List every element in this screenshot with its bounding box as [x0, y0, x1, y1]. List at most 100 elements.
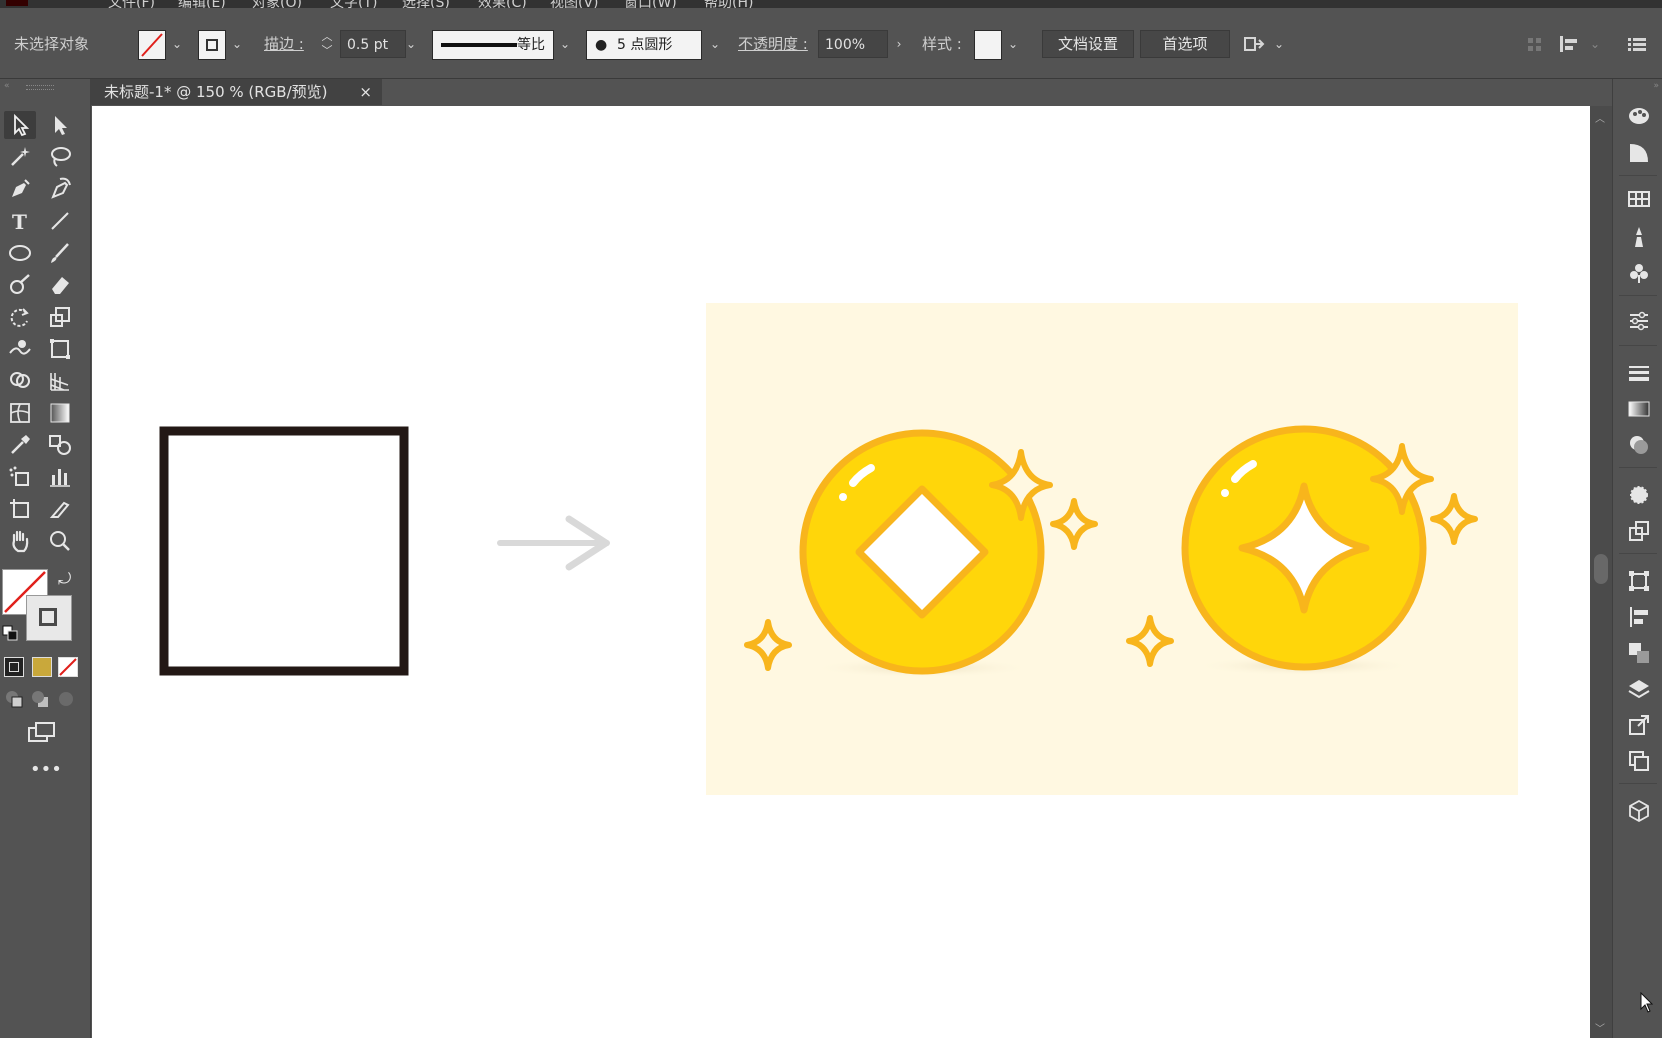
align-panel-icon[interactable] — [1558, 30, 1582, 58]
color-panel-icon[interactable] — [1627, 103, 1651, 127]
stroke-label[interactable]: 描边 : — [264, 30, 304, 58]
menu-effect[interactable]: 效果(C) — [478, 0, 527, 8]
menu-select[interactable]: 选择(S) — [402, 0, 450, 8]
pen-tool-icon[interactable] — [4, 175, 36, 203]
slice-tool-icon[interactable] — [44, 495, 76, 523]
lasso-tool-icon[interactable] — [44, 143, 76, 171]
artboard-tool-icon[interactable] — [4, 495, 36, 523]
menu-edit[interactable]: 编辑(E) — [178, 0, 226, 8]
align-panel-icon[interactable] — [1627, 605, 1651, 629]
chevron-down-icon[interactable]: ⌄ — [1586, 30, 1604, 58]
canvas[interactable] — [92, 106, 1590, 1038]
menu-file[interactable]: 文件(F) — [108, 0, 155, 8]
gradient-panel-icon[interactable] — [1627, 397, 1651, 421]
column-graph-tool-icon[interactable] — [44, 463, 76, 491]
menu-window[interactable]: 窗口(W) — [624, 0, 677, 8]
collapse-icon[interactable]: « — [4, 81, 10, 91]
expand-panels-icon[interactable]: » — [1653, 81, 1659, 91]
screen-mode-icon[interactable] — [26, 719, 58, 745]
stroke-weight-input[interactable]: 0.5 pt — [340, 30, 406, 58]
scroll-up-icon[interactable]: ︿ — [1595, 110, 1605, 125]
stroke-color-icon[interactable] — [26, 595, 72, 641]
hand-tool-icon[interactable] — [4, 527, 36, 555]
chevron-down-icon[interactable]: ⌄ — [1270, 30, 1288, 58]
document-setup-button[interactable]: 文档设置 — [1042, 30, 1134, 58]
transparency-panel-icon[interactable] — [1627, 433, 1651, 457]
panel-grip[interactable] — [26, 85, 54, 90]
opacity-input[interactable]: 100% — [818, 30, 888, 58]
warp-tool-icon[interactable] — [4, 335, 36, 363]
scroll-down-icon[interactable]: ﹀ — [1595, 1020, 1605, 1035]
appearance-panel-icon[interactable] — [1627, 483, 1651, 507]
chevron-down-icon[interactable]: ⌄ — [228, 30, 246, 58]
color-mode-icon[interactable] — [4, 657, 24, 677]
preferences-button[interactable]: 首选项 — [1140, 30, 1230, 58]
menu-view[interactable]: 视图(V) — [550, 0, 599, 8]
brushes-panel-icon[interactable] — [1627, 225, 1651, 249]
swatches-panel-icon[interactable] — [1627, 187, 1651, 211]
zoom-tool-icon[interactable] — [44, 527, 76, 555]
transform-panel-icon[interactable] — [1627, 569, 1651, 593]
graphic-style-swatch[interactable] — [974, 30, 1002, 60]
chevron-down-icon[interactable]: ⌄ — [168, 30, 186, 58]
brush-definition[interactable]: ● 5 点圆形 — [586, 30, 702, 60]
chevron-down-icon[interactable]: ⌄ — [556, 30, 574, 58]
direct-selection-tool-icon[interactable] — [44, 111, 76, 139]
coin-diamond[interactable] — [799, 429, 1045, 678]
artboards-panel-icon[interactable] — [1627, 749, 1651, 773]
stroke-stepper[interactable]: ︿ ﹀ — [318, 30, 336, 58]
symbols-panel-icon[interactable] — [1627, 261, 1651, 285]
properties-panel-icon[interactable] — [1627, 309, 1651, 333]
gradient-tool-icon[interactable] — [44, 399, 76, 427]
export-panel-icon[interactable] — [1627, 713, 1651, 737]
type-tool-icon[interactable]: T — [4, 207, 36, 235]
chevron-right-icon[interactable]: › — [890, 30, 908, 58]
symbol-sprayer-tool-icon[interactable] — [4, 463, 36, 491]
rotate-tool-icon[interactable] — [4, 303, 36, 331]
fill-swatch[interactable] — [138, 30, 166, 60]
menu-object[interactable]: 对象(O) — [252, 0, 302, 8]
pathfinder-panel-icon[interactable] — [1627, 641, 1651, 665]
line-tool-icon[interactable] — [44, 207, 76, 235]
chevron-down-icon[interactable]: ⌄ — [402, 30, 420, 58]
menu-type[interactable]: 文字(T) — [330, 0, 377, 8]
menu-help[interactable]: 帮助(H) — [704, 0, 753, 8]
magic-wand-tool-icon[interactable] — [4, 143, 36, 171]
stroke-panel-icon[interactable] — [1627, 361, 1651, 385]
chevron-down-icon[interactable]: ⌄ — [1004, 30, 1022, 58]
free-transform-tool-icon[interactable] — [44, 335, 76, 363]
ellipse-tool-icon[interactable] — [4, 239, 36, 267]
paintbrush-tool-icon[interactable] — [44, 239, 76, 267]
blend-tool-icon[interactable] — [44, 431, 76, 459]
graphic-styles-panel-icon[interactable] — [1627, 519, 1651, 543]
draw-inside-icon[interactable] — [56, 689, 76, 709]
selection-tool-icon[interactable] — [4, 111, 36, 139]
mesh-tool-icon[interactable] — [4, 399, 36, 427]
eraser-tool-icon[interactable] — [44, 271, 76, 299]
scale-tool-icon[interactable] — [44, 303, 76, 331]
more-tools-icon[interactable]: ••• — [30, 759, 62, 780]
grid-icon[interactable] — [1526, 30, 1544, 58]
color-guide-panel-icon[interactable] — [1627, 141, 1651, 165]
chevron-down-icon[interactable]: ⌄ — [706, 30, 724, 58]
swap-fill-stroke-icon[interactable]: ⤾ — [58, 569, 71, 589]
variable-width-profile[interactable]: 等比 — [432, 30, 554, 60]
close-icon[interactable]: × — [359, 79, 372, 105]
document-tab[interactable]: 未标题-1* @ 150 % (RGB/预览) × — [90, 79, 382, 105]
curvature-tool-icon[interactable] — [44, 175, 76, 203]
shaper-tool-icon[interactable] — [4, 271, 36, 299]
shape-builder-tool-icon[interactable] — [4, 367, 36, 395]
stroke-swatch[interactable] — [198, 30, 226, 60]
menu-list-icon[interactable] — [1626, 30, 1648, 58]
opacity-label[interactable]: 不透明度 : — [738, 30, 808, 58]
scrollbar-thumb[interactable] — [1594, 554, 1608, 584]
none-mode-icon[interactable] — [58, 657, 78, 677]
default-colors-icon[interactable] — [2, 625, 18, 645]
eyedropper-tool-icon[interactable] — [4, 431, 36, 459]
layers-panel-icon[interactable] — [1627, 677, 1651, 701]
perspective-grid-tool-icon[interactable] — [44, 367, 76, 395]
gradient-mode-icon[interactable] — [32, 657, 52, 677]
vertical-scrollbar[interactable]: ︿ ﹀ — [1590, 106, 1612, 1038]
square-shape[interactable] — [159, 426, 409, 676]
draw-normal-icon[interactable] — [4, 689, 24, 709]
